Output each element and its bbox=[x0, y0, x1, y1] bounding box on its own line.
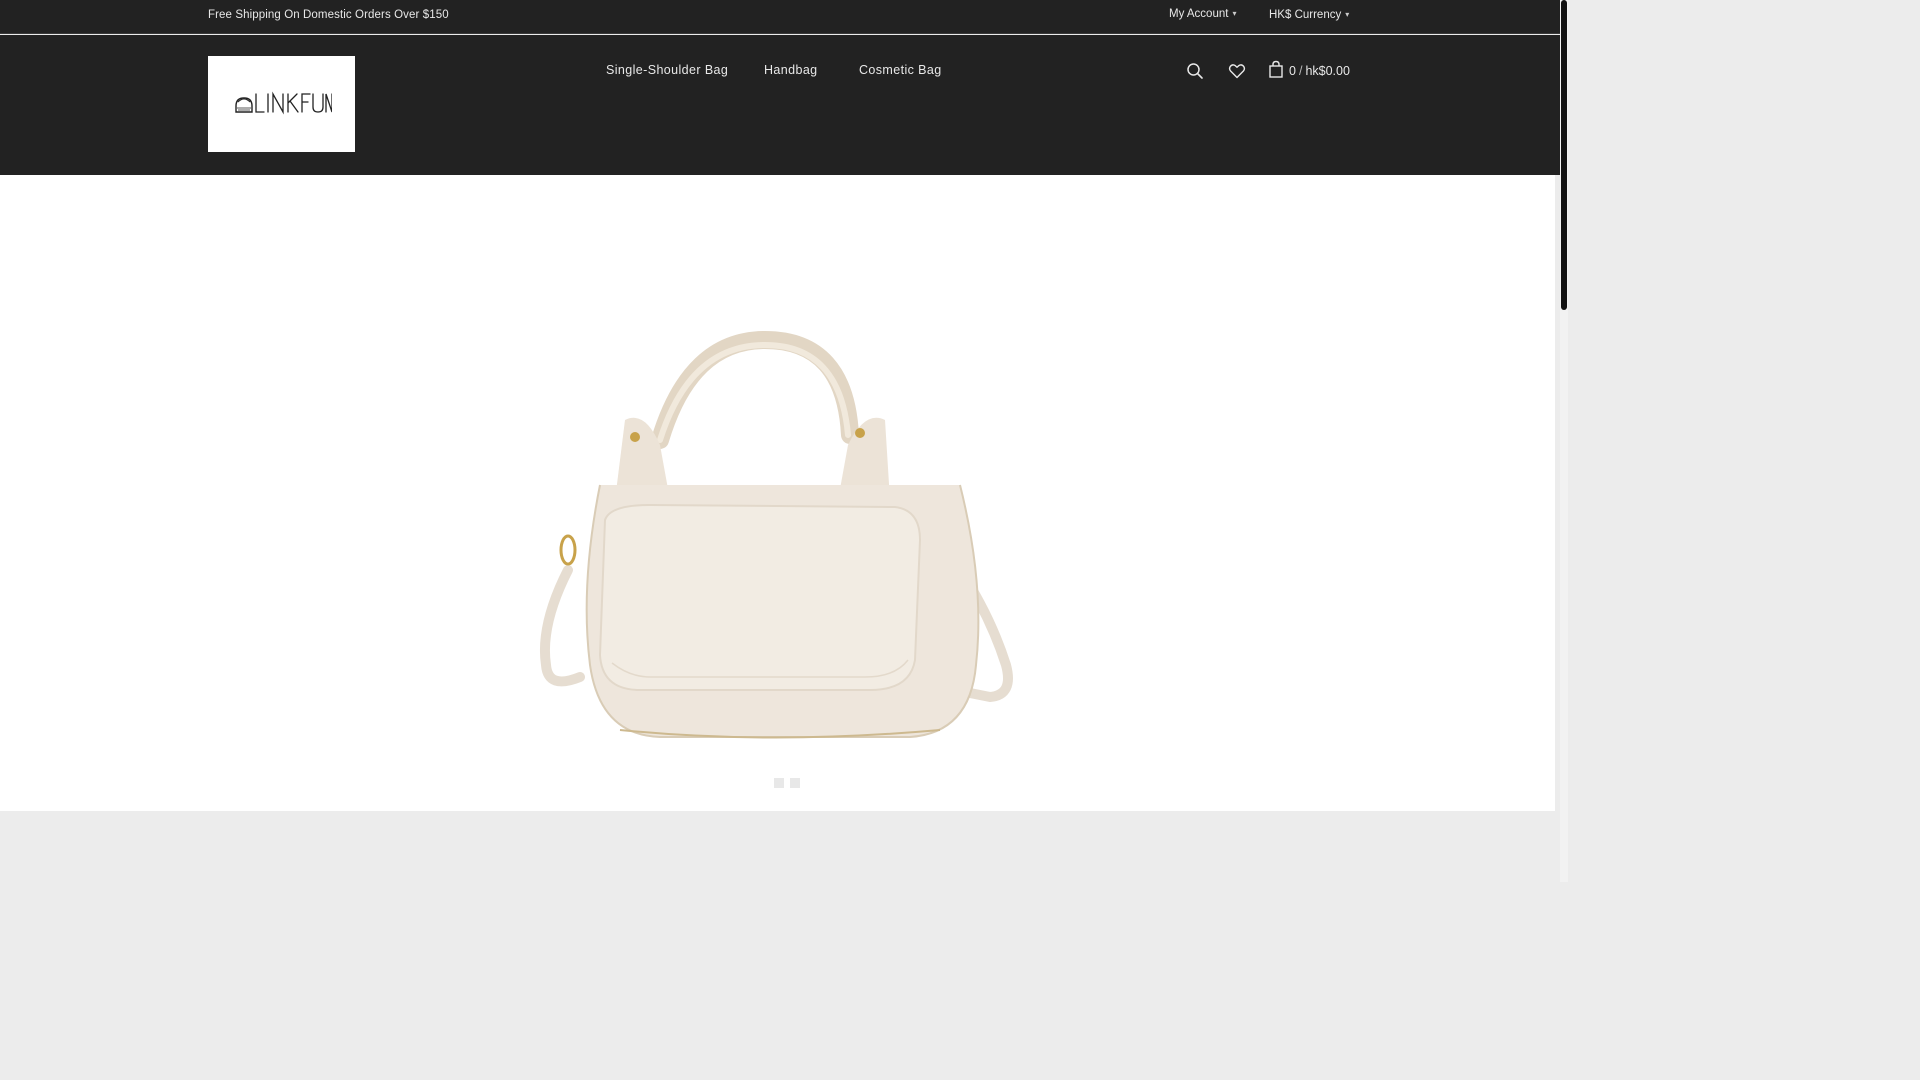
linkfun-logo-icon bbox=[234, 91, 332, 115]
shipping-promo-text: Free Shipping On Domestic Orders Over $1… bbox=[208, 9, 449, 21]
cart-separator: / bbox=[1298, 64, 1303, 78]
page-scrollbar-thumb[interactable] bbox=[1561, 0, 1567, 310]
nav-single-shoulder-bag[interactable]: Single-Shoulder Bag bbox=[606, 63, 728, 77]
page: Free Shipping On Domestic Orders Over $1… bbox=[0, 0, 1568, 882]
site-header: Single-Shoulder Bag Handbag Cosmetic Bag… bbox=[0, 35, 1560, 175]
chevron-down-icon: ▾ bbox=[1232, 9, 1237, 18]
top-announcement-bar: Free Shipping On Domestic Orders Over $1… bbox=[0, 0, 1560, 34]
wishlist-heart-icon[interactable] bbox=[1228, 62, 1246, 80]
cart-count: 0 bbox=[1289, 64, 1296, 78]
slider-dot-2[interactable] bbox=[790, 778, 800, 788]
chevron-down-icon: ▾ bbox=[1345, 10, 1350, 19]
cart-summary[interactable]: 0/hk$0.00 bbox=[1289, 64, 1350, 78]
hero-slider bbox=[0, 175, 1555, 811]
cream-handbag-image[interactable] bbox=[520, 325, 1040, 745]
shopping-bag-icon[interactable] bbox=[1267, 60, 1285, 78]
search-icon[interactable] bbox=[1186, 62, 1204, 80]
site-logo[interactable] bbox=[208, 56, 355, 152]
nav-handbag[interactable]: Handbag bbox=[764, 63, 818, 77]
my-account-menu[interactable]: My Account ▾ bbox=[1169, 8, 1236, 20]
slider-dot-1[interactable] bbox=[774, 778, 784, 788]
currency-label: HK$ Currency bbox=[1269, 9, 1342, 21]
my-account-label: My Account bbox=[1169, 8, 1229, 20]
nav-cosmetic-bag[interactable]: Cosmetic Bag bbox=[859, 63, 942, 77]
currency-selector[interactable]: HK$ Currency ▾ bbox=[1269, 9, 1349, 21]
cart-total: hk$0.00 bbox=[1305, 64, 1350, 78]
slider-pagination bbox=[774, 778, 800, 788]
